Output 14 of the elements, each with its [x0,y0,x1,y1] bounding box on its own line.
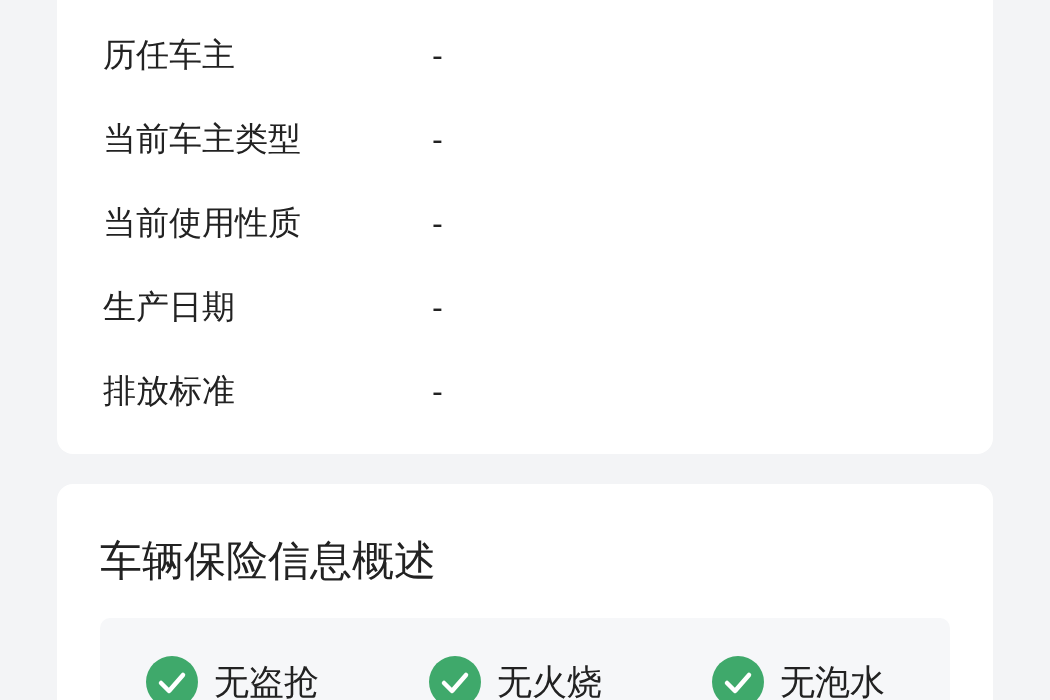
field-value: - [432,121,443,157]
summary-label: 无泡水 [780,660,885,700]
field-value: - [432,289,443,325]
field-label: 当前使用性质 [103,201,302,244]
field-label: 生产日期 [103,285,236,328]
field-label: 排放标准 [103,369,236,412]
field-label: 当前车主类型 [103,117,302,160]
field-value: - [432,205,443,241]
section-title: 车辆保险信息概述 [100,535,437,587]
summary-label: 无火烧 [497,660,602,700]
field-value: - [432,37,443,73]
field-label: 历任车主 [103,33,236,76]
summary-label: 无盗抢 [214,660,319,700]
field-value: - [432,373,443,409]
